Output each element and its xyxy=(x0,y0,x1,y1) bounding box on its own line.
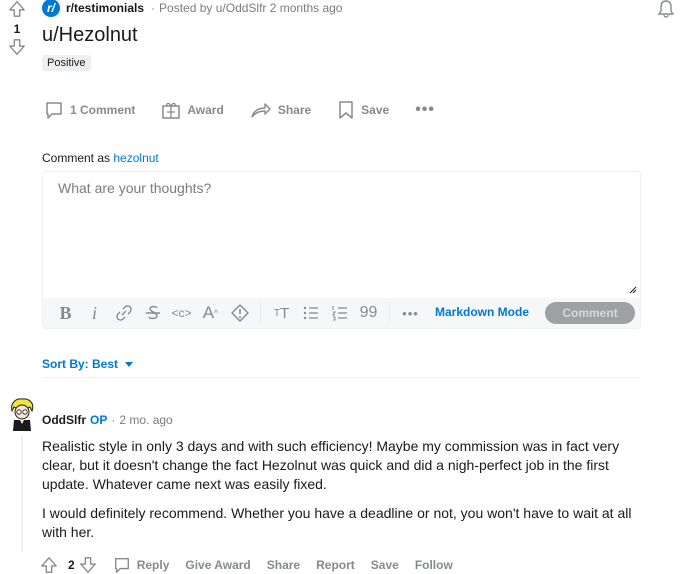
comment-meta: OddSlfr OP · 2 mo. ago xyxy=(42,413,173,427)
link-icon[interactable] xyxy=(109,301,138,325)
comment-body: Realistic style in only 3 days and with … xyxy=(42,437,642,552)
op-badge: OP xyxy=(90,413,108,427)
thread-collapse-line[interactable] xyxy=(21,436,23,552)
comment-upvote-icon[interactable] xyxy=(40,556,58,574)
save-label: Save xyxy=(361,103,390,117)
comment-author-link[interactable]: OddSlfr xyxy=(42,413,86,427)
award-label: Award xyxy=(187,103,224,117)
comment-paragraph: I would definitely recommend. Whether yo… xyxy=(42,505,632,540)
downvote-icon[interactable] xyxy=(8,38,26,56)
comment-as: Comment as hezolnut xyxy=(42,151,159,165)
strikethrough-icon[interactable] xyxy=(138,301,167,325)
bold-icon[interactable]: B xyxy=(51,301,80,325)
spoiler-icon[interactable] xyxy=(225,301,254,325)
numbered-list-icon[interactable] xyxy=(325,301,354,325)
share-icon xyxy=(251,103,271,118)
markdown-mode-button[interactable]: Markdown Mode xyxy=(435,305,529,319)
post-vote-column: 1 xyxy=(6,0,28,56)
sort-divider xyxy=(42,377,641,378)
comment-score: 2 xyxy=(68,558,75,572)
comment-downvote-icon[interactable] xyxy=(79,556,97,574)
reply-button[interactable]: Reply xyxy=(113,556,170,574)
upvote-icon[interactable] xyxy=(8,0,26,18)
editor-toolbar: B i <c> A ^ TT 99 ••• Markdown Mode Comme… xyxy=(43,298,640,328)
posted-by: Posted by u/OddSlfr 2 months ago xyxy=(159,1,343,15)
toolbar-divider xyxy=(260,302,261,324)
italic-icon[interactable]: i xyxy=(80,301,109,325)
superscript-icon[interactable]: A ^ xyxy=(196,301,225,325)
quote-block-icon[interactable]: 99 xyxy=(354,301,383,325)
notification-bell-icon[interactable] xyxy=(656,0,676,23)
more-options-icon[interactable]: ••• xyxy=(411,102,439,118)
sort-label: Sort By: Best xyxy=(42,357,119,371)
inline-code-icon[interactable]: <c> xyxy=(167,301,196,325)
report-button[interactable]: Report xyxy=(316,558,355,572)
sort-dropdown[interactable]: Sort By: Best xyxy=(42,357,134,371)
gift-icon xyxy=(162,102,181,119)
meta-separator: · xyxy=(151,1,156,15)
comment-icon xyxy=(46,102,62,119)
post-title: u/Hezolnut xyxy=(42,24,138,46)
save-button[interactable]: Save xyxy=(333,98,393,122)
comment-timestamp[interactable]: 2 mo. ago xyxy=(119,413,172,427)
award-button[interactable]: Award xyxy=(157,98,227,122)
more-formatting-icon[interactable]: ••• xyxy=(396,301,425,325)
heading-icon[interactable]: TT xyxy=(267,301,296,325)
comment-paragraph: Realistic style in only 3 days and with … xyxy=(42,438,620,492)
post-actions-bar: 1 Comment Award Share Save ••• xyxy=(40,98,439,122)
comment-textarea[interactable] xyxy=(43,172,640,296)
comments-label: 1 Comment xyxy=(70,103,136,117)
reply-label: Reply xyxy=(136,558,170,572)
bookmark-icon xyxy=(339,101,353,119)
bulleted-list-icon[interactable] xyxy=(296,301,325,325)
comment-as-label: Comment as xyxy=(42,151,111,165)
meta-separator: · xyxy=(111,413,116,427)
share-label: Share xyxy=(277,103,312,117)
share-button[interactable]: Share xyxy=(246,98,315,122)
resize-handle-icon[interactable] xyxy=(629,286,637,294)
toolbar-divider xyxy=(389,302,390,324)
comments-button[interactable]: 1 Comment xyxy=(40,98,139,122)
subreddit-icon[interactable]: r/ xyxy=(42,0,60,17)
comment-vote: 2 xyxy=(40,556,103,574)
post-flair: Positive xyxy=(42,55,91,71)
post-meta: r/ r/testimonials · Posted by u/OddSlfr … xyxy=(42,0,343,17)
comment-editor: B i <c> A^ TT 99 ••• Markdown Mode Comme… xyxy=(42,171,641,329)
reply-comment-icon xyxy=(114,558,129,573)
subreddit-link[interactable]: r/testimonials xyxy=(66,1,144,15)
comment-share-button[interactable]: Share xyxy=(267,558,300,572)
comment-actions-bar: 2 Reply Give Award Share Report Save Fol… xyxy=(40,556,469,574)
post-score: 1 xyxy=(13,22,21,36)
follow-button[interactable]: Follow xyxy=(415,558,453,572)
comment-save-button[interactable]: Save xyxy=(371,558,399,572)
give-award-button[interactable]: Give Award xyxy=(185,558,250,572)
submit-comment-button[interactable]: Comment xyxy=(545,302,635,324)
current-username-link[interactable]: hezolnut xyxy=(113,151,158,165)
commenter-avatar[interactable] xyxy=(8,397,36,431)
caret-down-icon xyxy=(125,362,134,367)
